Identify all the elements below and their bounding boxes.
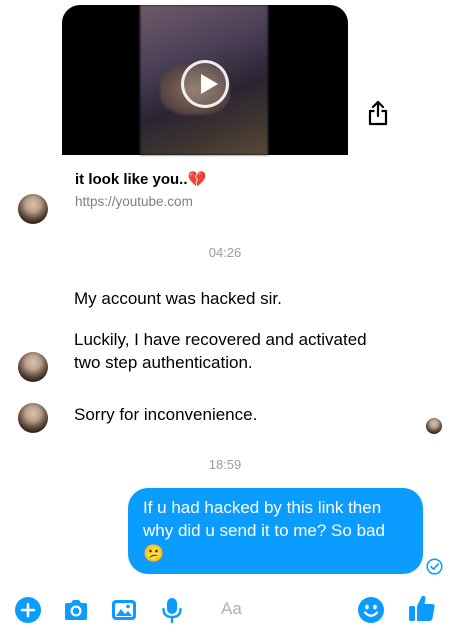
- incoming-message[interactable]: Sorry for inconvenience.: [74, 403, 394, 426]
- avatar[interactable]: [18, 352, 48, 382]
- delivered-check-icon: [426, 558, 443, 575]
- link-url[interactable]: https://youtube.com: [75, 194, 193, 209]
- timestamp: 04:26: [208, 245, 242, 260]
- microphone-icon[interactable]: [158, 596, 186, 624]
- avatar[interactable]: [18, 194, 48, 224]
- link-title[interactable]: it look like you..💔: [75, 170, 206, 188]
- avatar[interactable]: [18, 403, 48, 433]
- composer-placeholder: Aa: [221, 599, 242, 618]
- plus-icon[interactable]: [14, 596, 42, 624]
- broken-heart-emoji: 💔: [187, 171, 207, 188]
- gallery-icon[interactable]: [110, 596, 138, 624]
- incoming-message[interactable]: Luckily, I have recovered and activated …: [74, 328, 374, 374]
- thumbs-up-icon[interactable]: [407, 593, 437, 623]
- link-title-text: it look like you..: [75, 171, 188, 188]
- message-composer[interactable]: Aa: [221, 599, 242, 619]
- outgoing-message-text: If u had hacked by this link then why di…: [143, 498, 385, 540]
- read-receipt-avatar: [426, 418, 442, 434]
- camera-icon[interactable]: [62, 596, 90, 624]
- outgoing-message-bubble[interactable]: If u had hacked by this link then why di…: [128, 488, 423, 574]
- share-icon[interactable]: [368, 100, 388, 126]
- timestamp: 18:59: [208, 457, 242, 472]
- confused-emoji: 😕: [143, 544, 165, 563]
- emoji-icon[interactable]: [357, 596, 385, 624]
- play-icon[interactable]: [181, 60, 229, 108]
- incoming-message[interactable]: My account was hacked sir.: [74, 287, 394, 310]
- video-thumbnail[interactable]: [62, 5, 348, 155]
